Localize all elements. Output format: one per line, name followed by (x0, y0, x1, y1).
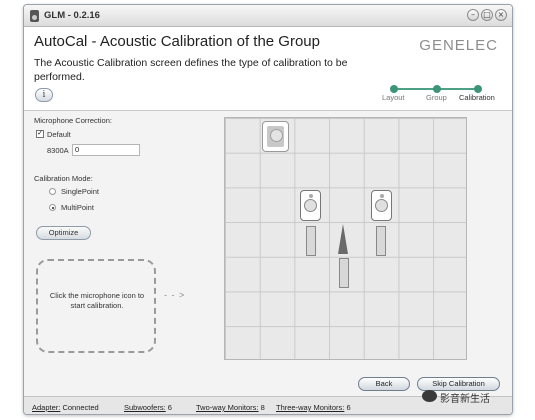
app-window: GLM - 0.2.16 – □ × AutoCal - Acoustic Ca… (23, 4, 513, 415)
app-icon (30, 10, 39, 22)
title-bar: GLM - 0.2.16 – □ × (24, 5, 512, 27)
step-dot-layout (390, 85, 398, 93)
default-checkbox[interactable]: ✓ (36, 130, 44, 138)
brand-logo: GENELEC (419, 37, 498, 54)
step-dot-calibration (474, 85, 482, 93)
info-button[interactable]: i (35, 88, 53, 102)
page-subtitle: The Acoustic Calibration screen defines … (34, 57, 348, 83)
optimize-button[interactable]: Optimize (36, 226, 91, 240)
listener-seat-left (306, 226, 316, 256)
microphone-icon[interactable] (262, 121, 289, 152)
close-button[interactable]: × (495, 9, 507, 21)
mic-model-label: 8300A (47, 146, 69, 155)
minimize-button[interactable]: – (467, 9, 479, 21)
step-dot-group (433, 85, 441, 93)
arrow-icon: - - > (164, 290, 186, 300)
status-three-way: Three-way Monitors: 6 (276, 403, 351, 412)
mic-correction-field[interactable]: 0 (72, 144, 140, 156)
singlepoint-radio[interactable] (49, 188, 56, 195)
step-label-group[interactable]: Group (426, 93, 447, 102)
room-layout-grid[interactable] (224, 117, 467, 360)
status-bar: Adapter: Connected Subwoofers: 6 Two-way… (24, 396, 512, 414)
watermark-text: 影音新生活 (440, 394, 490, 405)
maximize-button[interactable]: □ (481, 9, 493, 21)
status-adapter: Adapter: Connected (32, 403, 99, 412)
mic-correction-label: Microphone Correction: (34, 116, 112, 125)
listener-seat-right (376, 226, 386, 256)
speaker-icon[interactable] (371, 190, 392, 221)
listener-seat-center (339, 258, 349, 288)
default-label: Default (47, 130, 71, 139)
page-header: AutoCal - Acoustic Calibration of the Gr… (24, 27, 512, 111)
status-subwoofers: Subwoofers: 6 (124, 403, 172, 412)
step-label-calibration[interactable]: Calibration (459, 93, 495, 102)
page-title: AutoCal - Acoustic Calibration of the Gr… (34, 33, 320, 50)
window-title: GLM - 0.2.16 (44, 10, 100, 21)
multipoint-label: MultiPoint (61, 203, 94, 212)
watermark-icon (422, 390, 437, 402)
step-label-layout[interactable]: Layout (382, 93, 405, 102)
multipoint-radio[interactable] (49, 204, 56, 211)
singlepoint-label: SinglePoint (61, 187, 99, 196)
speaker-icon[interactable] (300, 190, 321, 221)
skip-calibration-button[interactable]: Skip Calibration (417, 377, 500, 391)
calibration-hint: Click the microphone icon to start calib… (49, 291, 145, 310)
calibration-mode-label: Calibration Mode: (34, 174, 93, 183)
calibration-options-panel: Microphone Correction: ✓ Default 8300A 0… (24, 112, 219, 382)
center-marker (338, 224, 348, 254)
back-button[interactable]: Back (358, 377, 410, 391)
window-controls: – □ × (467, 9, 507, 21)
status-two-way: Two-way Monitors: 8 (196, 403, 265, 412)
